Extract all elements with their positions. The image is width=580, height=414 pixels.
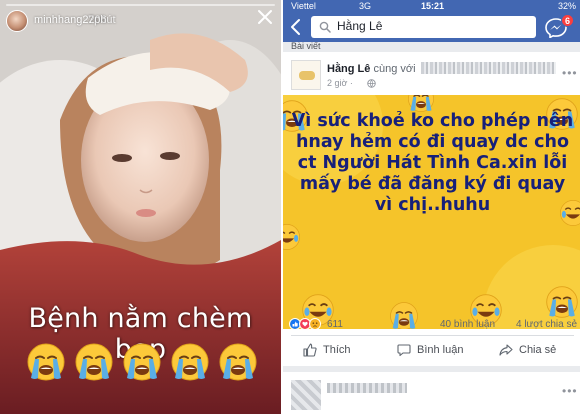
globe-icon <box>367 79 376 88</box>
thumbs-up-icon <box>303 343 317 357</box>
post-with-text: cùng với <box>373 63 416 75</box>
reaction-bar: 611 40 bình luận 4 lượt chia sẻ <box>283 314 580 334</box>
story-time: 7phút <box>88 14 116 26</box>
section-label: Bài viết <box>283 42 580 52</box>
facebook-post: Hằng Lê cùng với 2 giờ · ••• Vì sức khoẻ… <box>283 52 580 366</box>
blurred-avatar[interactable] <box>291 380 321 410</box>
search-bar: Hằng Lê 6 <box>283 12 580 42</box>
share-icon <box>499 344 513 356</box>
story-avatar[interactable] <box>6 10 28 32</box>
face-with-tears-of-joy-icon <box>283 223 301 251</box>
instagram-story[interactable]: minhhang2206 7phút Bệnh nằm chèm bẹp <box>0 0 281 414</box>
facebook-screen: Viettel 3G 15:21 32% Hằng Lê 6 Bài viết … <box>281 0 580 414</box>
post-image[interactable]: Vì sức khoẻ ko cho phép nên hnay hẻm có … <box>283 95 580 329</box>
post-more-icon[interactable]: ••• <box>562 384 578 398</box>
like-label: Thích <box>323 344 351 356</box>
post-author-line: Hằng Lê cùng với <box>327 63 416 75</box>
close-icon[interactable] <box>256 8 274 26</box>
battery-label: 32% <box>557 1 576 11</box>
share-button[interactable]: Chia sẻ <box>499 342 556 358</box>
post-text: Vì sức khoẻ ko cho phép nên hnay hẻm có … <box>291 111 574 215</box>
blurred-tagged-names <box>421 62 556 74</box>
notification-badge: 6 <box>561 14 574 27</box>
loudly-crying-face-icon <box>170 342 210 382</box>
reaction-count[interactable]: 611 <box>327 319 343 330</box>
post-time: 2 giờ · <box>327 78 353 88</box>
share-label: Chia sẻ <box>519 344 557 356</box>
comment-icon <box>397 344 411 357</box>
blurred-author-name <box>327 383 407 393</box>
back-arrow-icon[interactable] <box>289 18 303 36</box>
clock-label: 15:21 <box>420 1 445 11</box>
story-progress-bar <box>6 4 275 6</box>
story-emoji-row <box>26 342 258 382</box>
comment-label: Bình luận <box>417 344 464 356</box>
like-button[interactable]: Thích <box>303 342 351 358</box>
next-post: ••• <box>283 372 580 414</box>
loudly-crying-face-icon <box>122 342 162 382</box>
author-avatar[interactable] <box>291 60 321 90</box>
comment-button[interactable]: Bình luận <box>397 342 463 358</box>
sad-reaction-icon <box>309 318 321 330</box>
post-actions: Thích Bình luận Chia sẻ <box>291 335 574 363</box>
share-count[interactable]: 4 lượt chia sẻ <box>516 319 577 330</box>
post-more-icon[interactable]: ••• <box>562 66 578 80</box>
loudly-crying-face-icon <box>218 342 258 382</box>
status-bar: Viettel 3G 15:21 32% <box>283 0 580 12</box>
loudly-crying-face-icon <box>26 342 66 382</box>
search-icon <box>319 21 331 33</box>
post-author-name[interactable]: Hằng Lê <box>327 63 370 75</box>
comment-count[interactable]: 40 bình luận <box>440 319 495 330</box>
loudly-crying-face-icon <box>74 342 114 382</box>
search-query[interactable]: Hằng Lê <box>337 19 382 33</box>
